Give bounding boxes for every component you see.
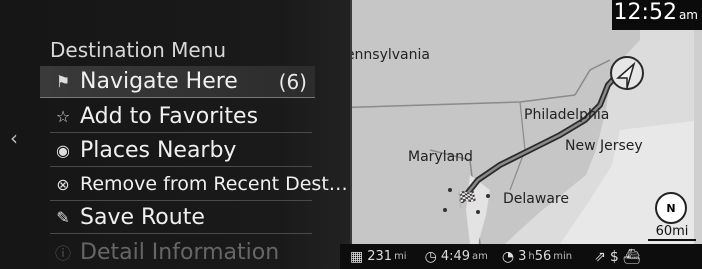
- menu-item-label: Save Route: [80, 204, 205, 230]
- menu-item-label: Add to Favorites: [80, 103, 259, 129]
- route-options[interactable]: ⇗ $ ⛴: [594, 249, 644, 265]
- distance-unit: mi: [394, 251, 407, 262]
- route-status-bar: ▦ 231 mi ◷ 4:49 am ◔ 3 h 56 min ⇗ $ ⛴: [340, 244, 702, 269]
- menu-item-count: (6): [278, 69, 307, 94]
- menu-item-remove-recent[interactable]: ⊗ Remove from Recent Dest…: [52, 168, 348, 200]
- star-add-icon: ☆: [55, 106, 71, 126]
- map-label-new-jersey: New Jersey: [565, 138, 643, 154]
- duration-minutes-unit: min: [553, 251, 573, 262]
- duration-hours: 3: [518, 249, 527, 264]
- menu-item-label: Detail Information: [80, 239, 280, 265]
- clock-time: 12:52: [613, 0, 677, 25]
- menu-item-navigate-here[interactable]: ⚑ Navigate Here (6): [40, 66, 315, 98]
- distance-remaining: ▦ 231 mi: [350, 249, 407, 265]
- distance-value: 231: [367, 249, 393, 264]
- divider: [50, 132, 312, 133]
- menu-item-save-route[interactable]: ✎ Save Route: [52, 201, 205, 233]
- highway-icon[interactable]: ⇗: [594, 249, 606, 265]
- navigation-screen: Pennsylvania Philadelphia Maryland New J…: [0, 0, 702, 269]
- ferry-icon[interactable]: ⛴: [623, 249, 641, 265]
- map-label-philadelphia: Philadelphia: [524, 107, 610, 123]
- map-label-delaware: Delaware: [503, 191, 569, 207]
- compass-label: N: [666, 201, 676, 215]
- destination-flag-icon[interactable]: 🏁: [457, 190, 477, 209]
- compass-icon[interactable]: N: [655, 192, 687, 224]
- toll-icon[interactable]: $: [610, 249, 619, 265]
- map-scale: 60mi: [648, 224, 696, 241]
- arrival-value: 4:49: [440, 249, 471, 264]
- trip-duration: ◔ 3 h 56 min: [502, 249, 572, 265]
- map-label-maryland: Maryland: [408, 149, 473, 165]
- save-route-icon: ✎: [56, 207, 70, 227]
- divider: [50, 233, 312, 234]
- timer-icon: ◔: [501, 248, 515, 265]
- clock-ampm: am: [678, 8, 698, 22]
- menu-title: Destination Menu: [50, 38, 227, 62]
- menu-item-detail-information[interactable]: ⓘ Detail Information: [52, 236, 279, 268]
- menu-item-add-to-favorites[interactable]: ☆ Add to Favorites: [52, 100, 258, 132]
- places-icon: ◉: [56, 140, 70, 160]
- menu-item-label: Navigate Here: [80, 69, 238, 94]
- menu-item-places-nearby[interactable]: ◉ Places Nearby: [52, 134, 236, 166]
- arrival-time: ◷ 4:49 am: [425, 249, 488, 265]
- checkered-flag-icon: ⚑: [55, 72, 71, 91]
- menu-item-label: Remove from Recent Dest…: [80, 173, 348, 195]
- menu-item-label: Places Nearby: [80, 137, 237, 163]
- arrival-ampm: am: [472, 251, 488, 262]
- divider: [50, 166, 312, 167]
- destination-menu-panel: ‹ Destination Menu ⚑ Navigate Here (6) ☆…: [0, 0, 352, 269]
- checkered-flag-icon: ▦: [350, 248, 364, 265]
- back-chevron-icon[interactable]: ‹: [10, 126, 18, 150]
- info-icon: ⓘ: [54, 244, 71, 263]
- remove-recent-icon: ⊗: [56, 174, 70, 194]
- duration-minutes: 56: [534, 249, 552, 264]
- clock: 12:52 am: [612, 0, 702, 30]
- clock-icon: ◷: [424, 248, 437, 265]
